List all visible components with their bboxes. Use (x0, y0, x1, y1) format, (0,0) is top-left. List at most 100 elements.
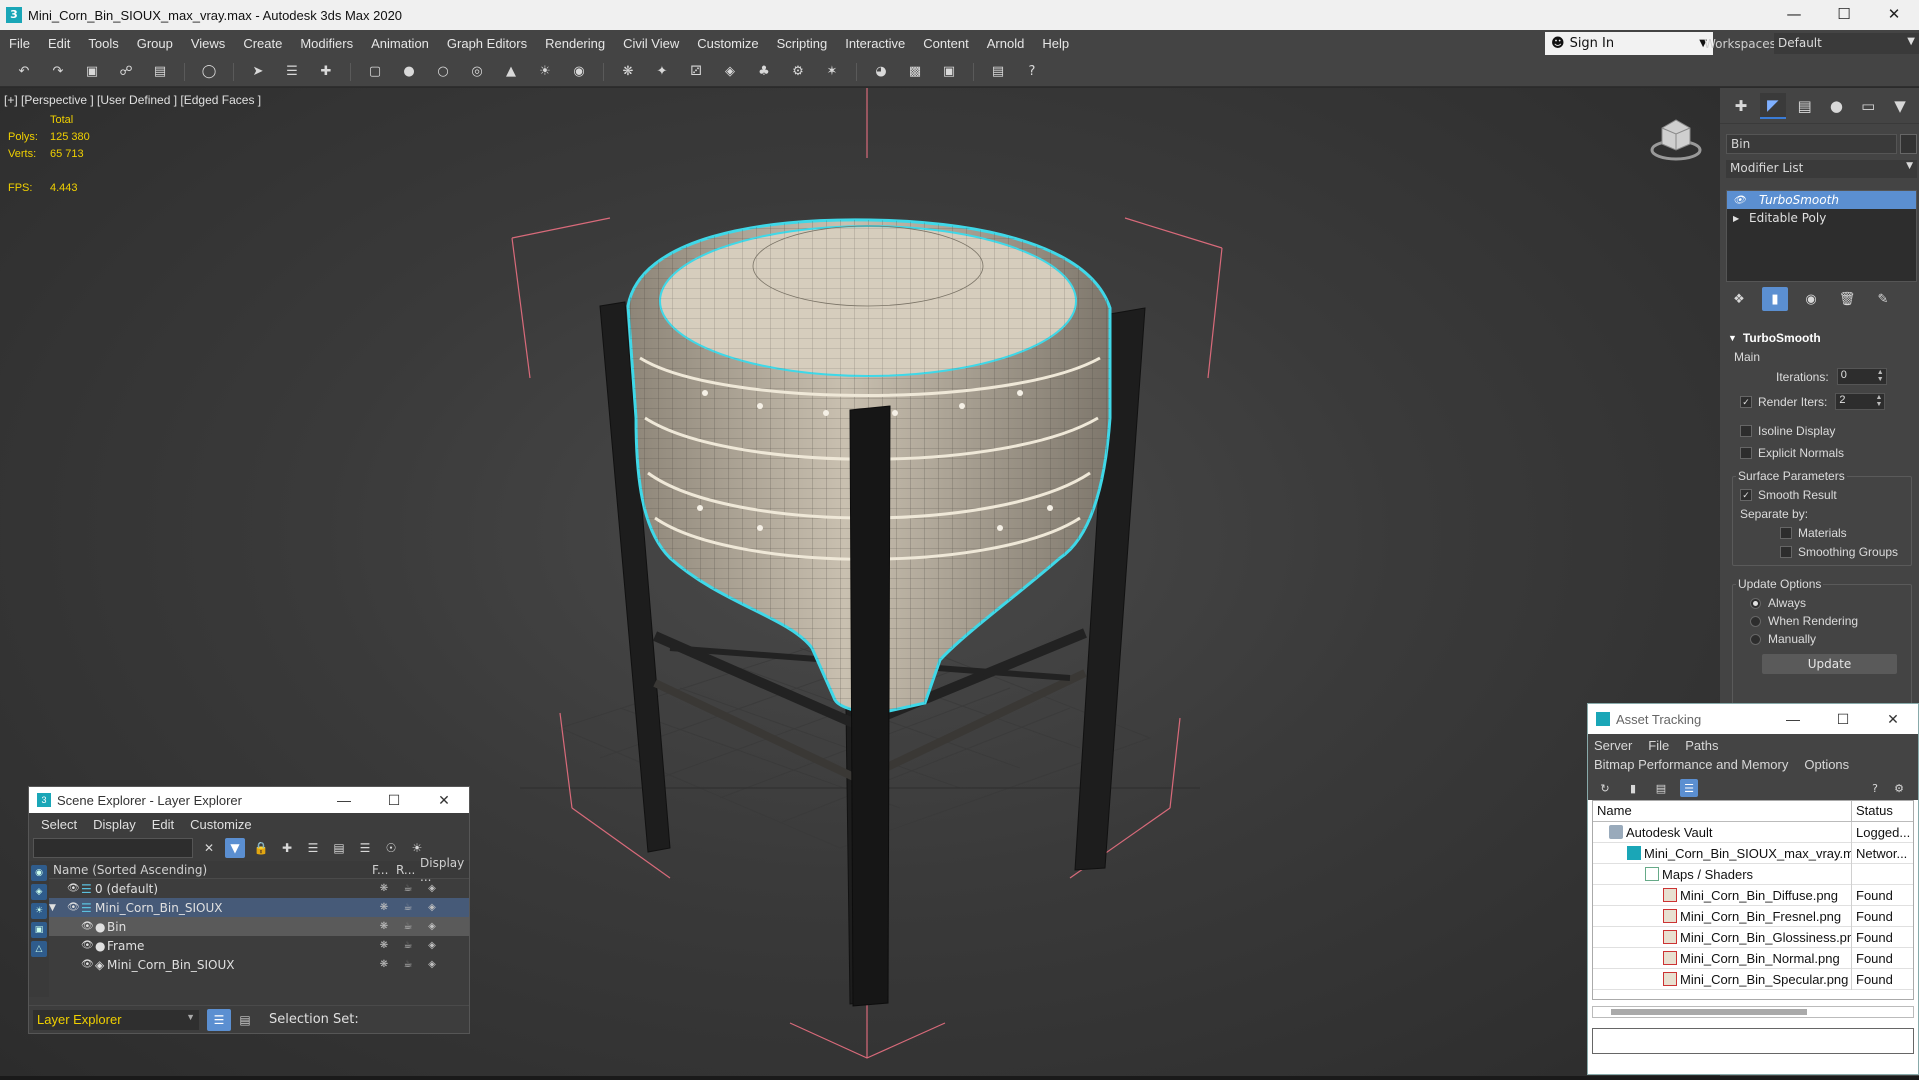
column-name[interactable]: Name (1593, 801, 1852, 821)
layers-icon[interactable]: ☰ (303, 838, 323, 858)
lock-icon[interactable]: 🔒 (251, 838, 271, 858)
display-icon[interactable]: ◈ (420, 883, 444, 894)
save-icon[interactable]: ▣ (82, 62, 102, 82)
foliage-icon[interactable]: ♣ (754, 62, 774, 82)
motion-tab-icon[interactable]: ● (1823, 93, 1849, 119)
help-icon[interactable]: ? (1866, 779, 1884, 797)
update-button[interactable]: Update (1762, 654, 1897, 674)
bones-icon[interactable]: ⚂ (686, 62, 706, 82)
bind-space-warp-icon[interactable]: ◯ (199, 62, 219, 82)
select-by-name-icon[interactable]: ☰ (282, 62, 302, 82)
layer-explorer-icon[interactable]: ☰ (207, 1008, 231, 1031)
link-icon[interactable]: ☍ (116, 62, 136, 82)
menu-edit[interactable]: Edit (39, 36, 79, 51)
utilities-tab-icon[interactable]: ▼ (1887, 93, 1913, 119)
column-freeze[interactable]: F... (372, 863, 396, 877)
object-row[interactable]: 👁 ● Frame ❋ ☕ ◈ (49, 936, 469, 955)
cameras-filter-icon[interactable]: ▣ (31, 922, 47, 938)
eye-icon[interactable]: 👁 (67, 902, 81, 913)
material-editor-icon[interactable]: ◕ (871, 62, 891, 82)
viewport-label[interactable]: [+] [Perspective ] [User Defined ] [Edge… (4, 93, 261, 107)
geometry-filter-icon[interactable]: ◈ (31, 884, 47, 900)
close-button[interactable]: ✕ (1869, 0, 1919, 30)
asset-row[interactable]: Mini_Corn_Bin_Diffuse.png Found (1593, 884, 1913, 906)
camera-icon[interactable]: ◉ (569, 62, 589, 82)
find-icon[interactable]: ☉ (381, 838, 401, 858)
helpers-filter-icon[interactable]: △ (31, 941, 47, 957)
scene-search-input[interactable] (33, 838, 193, 858)
menu-help[interactable]: Help (1033, 36, 1078, 51)
render-iters-spinner[interactable]: 2 ▲ ▼ (1835, 393, 1886, 410)
systems-icon[interactable]: ⚙ (788, 62, 808, 82)
se-menu-edit[interactable]: Edit (144, 817, 182, 832)
se-menu-select[interactable]: Select (33, 817, 85, 832)
box-primitive-icon[interactable]: ▢ (365, 62, 385, 82)
menu-rendering[interactable]: Rendering (536, 36, 614, 51)
close-button[interactable]: ✕ (419, 792, 469, 809)
effects-icon[interactable]: ✶ (822, 62, 842, 82)
horizontal-scrollbar[interactable] (1592, 1006, 1914, 1018)
menu-interactive[interactable]: Interactive (836, 36, 914, 51)
rollout-header[interactable]: ▼ TurboSmooth (1726, 328, 1917, 348)
object-explorer-icon[interactable]: ▤ (235, 1013, 255, 1027)
explorer-type-dropdown[interactable]: Layer Explorer ▼ (33, 1009, 199, 1030)
at-menu-paths[interactable]: Paths (1685, 736, 1718, 755)
clear-search-icon[interactable]: ✕ (199, 838, 219, 858)
helpers-icon[interactable]: ✦ (652, 62, 672, 82)
at-menu-options[interactable]: Options (1804, 755, 1849, 774)
refresh-icon[interactable]: ↻ (1596, 779, 1614, 797)
menu-content[interactable]: Content (914, 36, 978, 51)
isoline-checkbox[interactable] (1740, 425, 1752, 437)
asset-tracking-titlebar[interactable]: Asset Tracking — ☐ ✕ (1588, 704, 1918, 734)
teapot-icon[interactable]: ☕ (396, 959, 420, 970)
viewcube-icon[interactable] (1648, 114, 1704, 162)
asset-row[interactable]: Mini_Corn_Bin_Normal.png Found (1593, 947, 1913, 969)
asset-row[interactable]: Maps / Shaders (1593, 863, 1913, 885)
iterations-spinner[interactable]: 0 ▲ ▼ (1836, 368, 1887, 385)
display-all-icon[interactable]: ◉ (31, 865, 47, 881)
table-view-icon[interactable]: ▤ (1652, 779, 1670, 797)
new-layer-icon[interactable]: ✚ (277, 838, 297, 858)
remove-modifier-icon[interactable]: 🗑 (1834, 287, 1860, 311)
manually-radio[interactable] (1750, 633, 1761, 645)
pin-stack-icon[interactable]: ❖ (1726, 287, 1752, 311)
asset-row[interactable]: Mini_Corn_Bin_Glossiness.png Found (1593, 926, 1913, 948)
column-status[interactable]: Status (1852, 801, 1913, 821)
teapot-icon[interactable]: ☕ (396, 902, 420, 913)
object-row[interactable]: 👁 ◈ Mini_Corn_Bin_SIOUX ❋ ☕ ◈ (49, 955, 469, 974)
torus-primitive-icon[interactable]: ◎ (467, 62, 487, 82)
menu-graph-editors[interactable]: Graph Editors (438, 36, 536, 51)
teapot-icon[interactable]: ☕ (396, 883, 420, 894)
filter-icon[interactable]: ▼ (225, 838, 245, 858)
lights-filter-icon[interactable]: ☀ (31, 903, 47, 919)
menu-modifiers[interactable]: Modifiers (291, 36, 362, 51)
se-menu-display[interactable]: Display (85, 817, 144, 832)
settings-icon[interactable]: ⚙ (1890, 779, 1908, 797)
display-icon[interactable]: ◈ (420, 921, 444, 932)
menu-file[interactable]: File (0, 36, 39, 51)
eye-icon[interactable]: 👁 (67, 883, 81, 894)
explicit-normals-checkbox[interactable] (1740, 447, 1752, 459)
freeze-icon[interactable]: ❋ (372, 902, 396, 913)
column-render[interactable]: R... (396, 863, 420, 877)
hierarchy-icon[interactable]: ▤ (329, 838, 349, 858)
eye-icon[interactable]: 👁 (81, 921, 95, 932)
when-rendering-radio[interactable] (1750, 615, 1761, 627)
undo-icon[interactable]: ↶ (14, 62, 34, 82)
menu-animation[interactable]: Animation (362, 36, 438, 51)
minimize-button[interactable]: — (1768, 711, 1818, 728)
asset-path-input[interactable] (1592, 1028, 1914, 1054)
display-tab-icon[interactable]: ▭ (1855, 93, 1881, 119)
modifier-list-dropdown[interactable]: Modifier List ▼ (1726, 160, 1917, 178)
expand-arrow-icon[interactable]: ▶ (1733, 214, 1749, 223)
workspace-select[interactable]: Default ▼ (1774, 33, 1919, 54)
teapot-icon[interactable]: ☕ (396, 921, 420, 932)
sphere-primitive-icon[interactable]: ● (399, 62, 419, 82)
create-tab-icon[interactable]: ✚ (1728, 93, 1754, 119)
sign-in-dropdown[interactable]: ☻ Sign In ▼ (1545, 32, 1713, 55)
menu-tools[interactable]: Tools (79, 36, 127, 51)
light-icon[interactable]: ☀ (535, 62, 555, 82)
make-unique-icon[interactable]: ◉ (1798, 287, 1824, 311)
list-view-icon[interactable]: ▮ (1624, 779, 1642, 797)
freeze-icon[interactable]: ❋ (372, 959, 396, 970)
